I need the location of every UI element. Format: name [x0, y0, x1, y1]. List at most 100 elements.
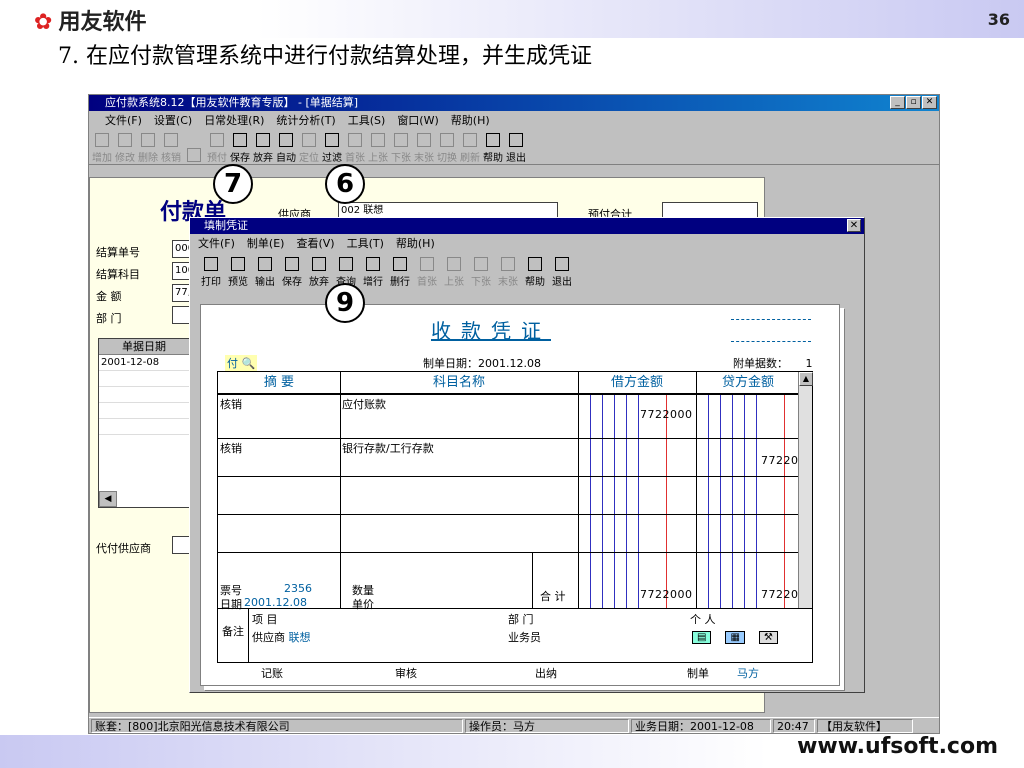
main-tool-button-6[interactable]: 保存	[229, 132, 251, 164]
voucher-menubar: 文件(F) 制单(E) 查看(V) 工具(T) 帮助(H)	[190, 234, 864, 252]
main-tool-button-8[interactable]: 自动	[275, 132, 297, 164]
main-tool-icon-0	[95, 133, 109, 147]
menu-stats[interactable]: 统计分析(T)	[276, 112, 335, 128]
voucher-date-label: 制单日期：	[423, 357, 478, 370]
voucher-tool-button-10[interactable]: 下张	[468, 256, 494, 288]
row2-summary[interactable]: 核销	[220, 440, 242, 456]
footer-vendor-value: 联想	[288, 631, 311, 644]
status-time: 20:47	[773, 719, 815, 733]
main-tool-button-16[interactable]: 刷新	[459, 132, 481, 164]
row1-summary[interactable]: 核销	[220, 396, 242, 412]
row2-account[interactable]: 银行存款/工行存款	[342, 440, 434, 456]
main-titlebar: 应付款系统8.12【用友软件教育专版】 - [单据结算] _ ▫ ✕	[89, 95, 939, 111]
search-icon[interactable]: 🔍	[242, 357, 256, 370]
menu-tools[interactable]: 工具(S)	[348, 112, 386, 128]
row1-account[interactable]: 应付账款	[342, 396, 386, 412]
status-account: 账套：[800]北京阳光信息技术有限公司	[91, 719, 463, 733]
main-tool-button-12[interactable]: 上张	[367, 132, 389, 164]
voucher-close-button[interactable]: ✕	[847, 219, 861, 232]
voucher-paper: 收款凭证 付 🔍 制单日期：2001.12.08 附单据数： 1 摘 要 科目名…	[200, 304, 840, 686]
table-row[interactable]: 2001-12-08	[99, 355, 189, 371]
sig-bookkeeping: 记账	[261, 667, 283, 680]
main-tool-label: 定位	[299, 153, 319, 164]
voucher-tool-button-12[interactable]: 帮助	[522, 256, 548, 288]
scroll-left-arrow[interactable]: ◀	[99, 491, 117, 507]
voucher-tool-button-11[interactable]: 末张	[495, 256, 521, 288]
scroll-up-arrow[interactable]: ▲	[799, 372, 813, 386]
main-tool-button-9[interactable]: 定位	[298, 132, 320, 164]
table-row[interactable]	[99, 403, 189, 419]
voucher-footer: 备注 项 目 供应商 联想 部 门 业务员 个 人 ▤ ▦ ⚒	[217, 609, 813, 663]
main-tool-button-4[interactable]	[183, 132, 205, 164]
menu-daily[interactable]: 日常处理(R)	[204, 112, 264, 128]
voucher-tool-label: 退出	[552, 277, 572, 288]
voucher-type[interactable]: 付 🔍	[225, 355, 258, 371]
voucher-tool-button-9[interactable]: 上张	[441, 256, 467, 288]
main-tool-icon-4	[187, 148, 201, 162]
main-tool-button-7[interactable]: 放弃	[252, 132, 274, 164]
main-tool-button-17[interactable]: 帮助	[482, 132, 504, 164]
main-tool-button-10[interactable]: 过滤	[321, 132, 343, 164]
calculator-icon[interactable]: ▦	[725, 631, 745, 644]
voucher-tool-button-4[interactable]: 放弃	[306, 256, 332, 288]
footer-vendor: 供应商 联想	[252, 629, 311, 645]
main-tool-button-18[interactable]: 退出	[505, 132, 527, 164]
main-tool-button-11[interactable]: 首张	[344, 132, 366, 164]
main-tool-button-0[interactable]: 增加	[91, 132, 113, 164]
card-icon[interactable]: ▤	[692, 631, 712, 644]
voucher-tool-button-6[interactable]: 增行	[360, 256, 386, 288]
brand-name: 用友软件	[58, 10, 147, 35]
voucher-tool-icon-10	[474, 257, 488, 271]
main-tool-icon-8	[279, 133, 293, 147]
status-bar: 账套：[800]北京阳光信息技术有限公司 操作员：马方 业务日期：2001-12…	[89, 717, 939, 733]
vmenu-view[interactable]: 查看(V)	[296, 235, 334, 251]
main-tool-button-15[interactable]: 切换	[436, 132, 458, 164]
row1-debit[interactable]: 7722000	[640, 408, 693, 421]
menu-settings[interactable]: 设置(C)	[154, 112, 192, 128]
close-button[interactable]: ✕	[922, 96, 937, 109]
main-tool-button-13[interactable]: 下张	[390, 132, 412, 164]
menu-window[interactable]: 窗口(W)	[397, 112, 438, 128]
main-tool-button-5[interactable]: 预付	[206, 132, 228, 164]
voucher-tool-icon-11	[501, 257, 515, 271]
attach-value: 1	[805, 357, 813, 370]
main-tool-icon-13	[394, 133, 408, 147]
voucher-tool-button-0[interactable]: 打印	[198, 256, 224, 288]
voucher-scrollbar[interactable]: ▲	[798, 372, 813, 608]
voucher-tool-button-13[interactable]: 退出	[549, 256, 575, 288]
main-tool-button-14[interactable]: 末张	[413, 132, 435, 164]
main-tool-icon-17	[486, 133, 500, 147]
vmenu-help[interactable]: 帮助(H)	[396, 235, 435, 251]
table-row[interactable]	[99, 387, 189, 403]
main-tool-icon-15	[440, 133, 454, 147]
table-row[interactable]	[99, 419, 189, 435]
menu-help[interactable]: 帮助(H)	[451, 112, 490, 128]
callout-6: 6	[325, 164, 365, 204]
menu-file[interactable]: 文件(F)	[105, 112, 142, 128]
voucher-tool-button-3[interactable]: 保存	[279, 256, 305, 288]
voucher-tool-button-1[interactable]: 预览	[225, 256, 251, 288]
total-label: 合 计	[540, 590, 566, 603]
vmenu-make[interactable]: 制单(E)	[247, 235, 285, 251]
main-tool-button-2[interactable]: 删除	[137, 132, 159, 164]
table-row[interactable]	[99, 371, 189, 387]
voucher-tool-button-7[interactable]: 删行	[387, 256, 413, 288]
status-date: 业务日期：2001-12-08	[631, 719, 771, 733]
voucher-window-title: 填制凭证	[204, 219, 248, 232]
col-account-header: 科目名称	[340, 372, 578, 394]
tools-icon[interactable]: ⚒	[758, 631, 778, 644]
main-tool-icon-2	[141, 133, 155, 147]
voucher-tool-icon-2	[258, 257, 272, 271]
minimize-button[interactable]: _	[890, 96, 905, 109]
voucher-tool-button-8[interactable]: 首张	[414, 256, 440, 288]
main-tool-button-1[interactable]: 修改	[114, 132, 136, 164]
main-tool-label: 退出	[506, 153, 526, 164]
restore-button[interactable]: ▫	[906, 96, 921, 109]
vmenu-tools[interactable]: 工具(T)	[347, 235, 384, 251]
voucher-date-value: 2001.12.08	[478, 357, 541, 370]
col-debit-header: 借方金额	[578, 372, 696, 394]
main-tool-button-3[interactable]: 核销	[160, 132, 182, 164]
voucher-tool-button-2[interactable]: 输出	[252, 256, 278, 288]
vmenu-file[interactable]: 文件(F)	[198, 235, 235, 251]
sig-maker-label: 制单	[687, 667, 709, 680]
